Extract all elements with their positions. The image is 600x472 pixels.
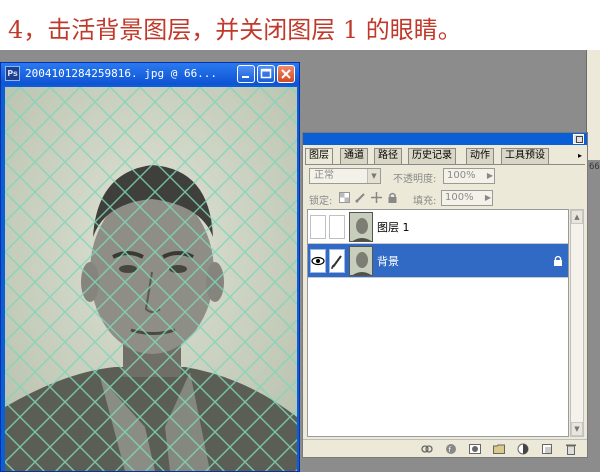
link-layers-icon[interactable] [421, 443, 433, 455]
brush-icon [331, 255, 342, 270]
maximize-button[interactable] [257, 65, 275, 83]
minimize-button[interactable] [237, 65, 255, 83]
palette-bottom-bar: f [303, 439, 587, 457]
tab-paths[interactable]: 路径 [374, 148, 402, 164]
blend-row: 正常 ▼ 不透明度: 100% ▶ [309, 168, 585, 185]
scroll-down-icon[interactable]: ▼ [571, 422, 583, 436]
adjustment-layer-icon[interactable] [517, 443, 529, 455]
zoom-readout: 66 [589, 162, 600, 172]
layer-row-layer-1[interactable]: 图层 1 [308, 210, 568, 244]
lock-position-move-icon[interactable] [371, 192, 382, 203]
ps-app-icon: Ps [5, 66, 20, 81]
lock-image-brush-icon[interactable] [355, 192, 366, 203]
fill-label: 填充: [413, 196, 437, 207]
partial-window-right: 66 [586, 50, 600, 172]
close-icon [281, 69, 291, 79]
layer-mask-icon[interactable] [469, 443, 481, 455]
lock-label: 锁定: [309, 196, 333, 207]
fill-value: 100% [445, 192, 474, 203]
layer-row-background[interactable]: 背景 [308, 244, 568, 278]
visibility-toggle[interactable] [310, 249, 326, 273]
eye-icon [311, 256, 325, 266]
palette-menu-arrow-icon[interactable]: ▸ [575, 149, 585, 163]
palette-minimize-button[interactable] [573, 134, 584, 144]
close-button[interactable] [277, 65, 295, 83]
palette-tabs: 图层 通道 路径 历史记录 动作 工具预设 ▸ [305, 148, 587, 165]
layer-list-scrollbar[interactable]: ▲ ▼ [570, 209, 584, 437]
tutorial-instruction: 4，击活背景图层，并关闭图层 1 的眼睛。 [0, 0, 600, 50]
layer-thumbnail [349, 246, 373, 276]
link-cell[interactable] [329, 249, 345, 273]
opacity-arrow-icon[interactable]: ▶ [487, 169, 493, 183]
fill-arrow-icon[interactable]: ▶ [485, 191, 491, 205]
chevron-down-icon: ▼ [367, 169, 380, 183]
layer-style-icon[interactable]: f [445, 443, 457, 455]
tab-tool-presets[interactable]: 工具预设 [501, 148, 549, 164]
photo-canvas[interactable] [5, 87, 297, 471]
tab-divider [305, 164, 585, 165]
link-cell[interactable] [329, 215, 345, 239]
opacity-label: 不透明度: [393, 174, 437, 185]
document-title: 2004101284259816. jpg @ 66... [25, 67, 218, 80]
lock-transparency-icon[interactable] [339, 192, 350, 203]
opacity-value: 100% [447, 170, 476, 181]
document-window[interactable]: Ps 2004101284259816. jpg @ 66... [0, 62, 300, 472]
fill-field[interactable]: 100% ▶ [441, 190, 493, 206]
layer-list: 图层 1 背景 [307, 209, 569, 437]
layer-name: 背景 [377, 255, 399, 268]
document-titlebar[interactable]: Ps 2004101284259816. jpg @ 66... [1, 63, 299, 85]
tab-channels[interactable]: 通道 [340, 148, 368, 164]
portrait-photo [5, 87, 297, 471]
minimize-icon [242, 76, 249, 78]
lock-row: 锁定: 填充: 100% ▶ [309, 190, 585, 207]
new-set-icon[interactable] [493, 443, 505, 455]
layer-name: 图层 1 [377, 221, 410, 234]
maximize-icon [260, 68, 272, 79]
tab-history[interactable]: 历史记录 [408, 148, 456, 164]
blend-mode-value: 正常 [314, 170, 334, 181]
visibility-toggle[interactable] [310, 215, 326, 239]
delete-layer-icon[interactable] [565, 443, 577, 455]
layer-thumbnail [349, 212, 373, 242]
scroll-up-icon[interactable]: ▲ [571, 210, 583, 224]
lock-all-icon[interactable] [387, 192, 398, 203]
palette-titlebar[interactable] [303, 133, 587, 145]
new-layer-icon[interactable] [541, 443, 553, 455]
tab-actions[interactable]: 动作 [466, 148, 494, 164]
layers-palette: 图层 通道 路径 历史记录 动作 工具预设 ▸ 正常 ▼ 不透明度: 100% … [302, 132, 588, 458]
lock-icon [554, 255, 562, 266]
tab-layers[interactable]: 图层 [305, 148, 333, 165]
opacity-field[interactable]: 100% ▶ [443, 168, 495, 184]
blend-mode-select[interactable]: 正常 ▼ [309, 168, 381, 184]
